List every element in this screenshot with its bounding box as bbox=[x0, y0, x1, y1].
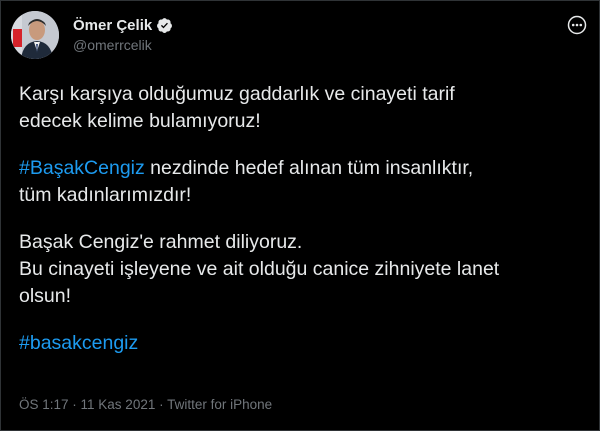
tweet-line: edecek kelime bulamıyoruz! bbox=[19, 110, 261, 132]
tweet-line: #BaşakCengiz nezdinde hedef alınan tüm i… bbox=[19, 155, 589, 182]
verified-badge-icon bbox=[157, 18, 173, 33]
hashtag-link[interactable]: #BaşakCengiz bbox=[19, 157, 145, 179]
tweet-card: Ömer Çelik @omerrcelik Karşı karşıya old… bbox=[0, 0, 600, 431]
tweet-line: olsun! bbox=[19, 285, 72, 307]
hashtag-link[interactable]: #basakcengiz bbox=[19, 332, 138, 354]
tweet-time[interactable]: ÖS 1:17 bbox=[19, 397, 69, 412]
profile-photo-icon bbox=[11, 11, 59, 59]
tweet-source[interactable]: Twitter for iPhone bbox=[167, 397, 272, 412]
tweet-meta: ÖS 1:17 · 11 Kas 2021 · Twitter for iPho… bbox=[19, 397, 272, 412]
tweet-line: #basakcengiz bbox=[19, 330, 589, 357]
tweet-text: Karşı karşıya olduğumuz gaddarlık ve cin… bbox=[19, 81, 589, 357]
tweet-line: tüm kadınlarımızdır! bbox=[19, 184, 192, 206]
display-name[interactable]: Ömer Çelik bbox=[73, 17, 152, 34]
tweet-line-text: nezdinde hedef alınan tüm insanlıktır, bbox=[144, 157, 474, 179]
tweet-date[interactable]: 11 Kas 2021 bbox=[81, 397, 156, 412]
tweet-line: Karşı karşıya olduğumuz gaddarlık ve cin… bbox=[19, 83, 455, 105]
tweet-header: Ömer Çelik @omerrcelik bbox=[11, 11, 173, 59]
tweet-line: Başak Cengiz'e rahmet diliyoruz. bbox=[19, 231, 303, 253]
meta-separator: · bbox=[155, 397, 168, 412]
tweet-line: Bu cinayeti işleyene ve ait olduğu canic… bbox=[19, 258, 500, 280]
user-names: Ömer Çelik @omerrcelik bbox=[73, 17, 173, 53]
name-row: Ömer Çelik bbox=[73, 17, 173, 34]
meta-separator: · bbox=[68, 397, 81, 412]
more-dots-icon[interactable] bbox=[567, 15, 587, 35]
avatar[interactable] bbox=[11, 11, 59, 59]
user-handle[interactable]: @omerrcelik bbox=[73, 37, 173, 53]
